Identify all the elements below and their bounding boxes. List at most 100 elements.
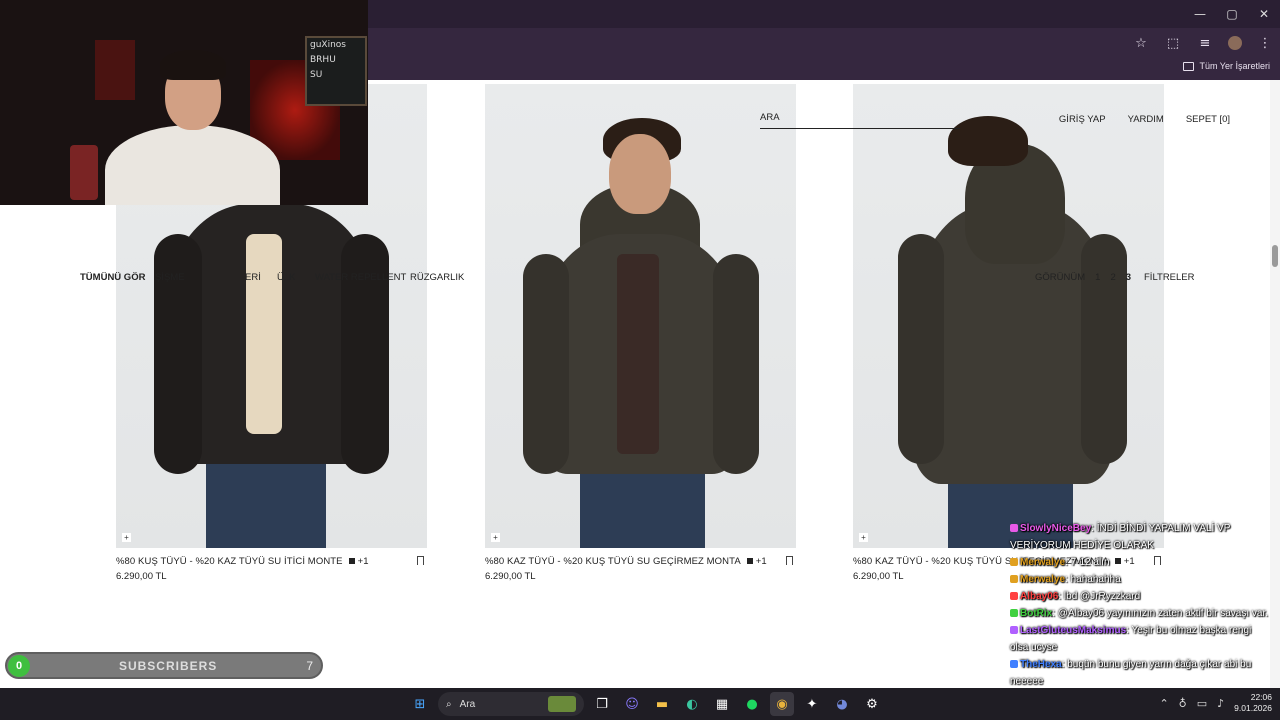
product-name[interactable]: %80 KUŞ TÜYÜ - %20 KAZ TÜYÜ SU İTİCİ MON… — [116, 556, 343, 567]
chat-message: TheHexa: buqün bunu giyen yarın dağa çık… — [1010, 656, 1270, 690]
chat-text: : 7-12 alın — [1065, 557, 1110, 568]
chat-text: : lbd @JrRyzzkard — [1058, 591, 1141, 602]
color-swatch[interactable] — [348, 558, 355, 565]
profile-avatar[interactable] — [1228, 36, 1242, 50]
chat-username: Merwalye — [1020, 574, 1066, 585]
category-all[interactable]: TÜMÜNÜ GÖR — [80, 272, 145, 283]
task-view-icon[interactable]: ❐ — [590, 692, 614, 716]
chat-badge-icon — [1010, 592, 1018, 601]
chat-text: : @Albay06 yayınınızın zaten aktif bir s… — [1052, 608, 1269, 619]
settings-icon[interactable]: ⚙ — [860, 692, 884, 716]
extensions-icon[interactable]: ⬚ — [1164, 36, 1182, 51]
chat-overlay: SlowlyNiceBey: İNDİ BİNDİ YAPALIM VALİ V… — [1010, 520, 1270, 707]
folder-icon — [1183, 61, 1195, 71]
chat-badge-icon — [1010, 660, 1018, 669]
clock-time: 22:06 — [1250, 692, 1272, 702]
product-image[interactable]: + — [853, 84, 1164, 548]
store-header: ARA GİRİŞ YAP YARDIM SEPET [0] — [760, 112, 1230, 132]
chat-badge-icon — [1010, 558, 1018, 567]
chat-username: LastGluteusMaksimus — [1020, 625, 1127, 636]
add-to-cart-icon[interactable]: + — [859, 533, 868, 542]
category-inflatable[interactable]: ŞİŞME — [155, 272, 185, 283]
edge-icon[interactable]: ◐ — [680, 692, 704, 716]
product-image[interactable]: + — [485, 84, 796, 548]
product-card-3[interactable]: + %80 KAZ TÜYÜ - %20 KUŞ TÜYÜ SU GEÇİRME… — [853, 84, 1164, 582]
bookmark-icon[interactable] — [417, 556, 424, 565]
chat-username: Albay06 — [1020, 591, 1059, 602]
menu-icon[interactable]: ⋮ — [1256, 36, 1274, 51]
view-option-2[interactable]: 2 — [1110, 272, 1115, 283]
spotify-icon[interactable]: ● — [740, 692, 764, 716]
minimize-button[interactable]: — — [1184, 0, 1216, 28]
view-option-1[interactable]: 1 — [1095, 272, 1100, 283]
chat-text: : hahahahha — [1065, 574, 1121, 585]
file-explorer-icon[interactable]: ▬ — [650, 692, 674, 716]
subscriber-count: 0 — [8, 654, 30, 677]
taskbar: ⊞ ⌕ Ara ❐ ☺ ▬ ◐ ▦ ● ◉ ✦ ◕ ⚙ ⌃ ♁ ▭ ♪ 22:0… — [0, 688, 1280, 720]
product-price: 6.290,00 TL — [116, 571, 167, 582]
taskbar-clock[interactable]: 22:06 9.01.2026 — [1234, 692, 1272, 714]
chat-message: LastGluteusMaksimus: Yeşir bu olmaz başk… — [1010, 622, 1270, 656]
chat-message: SlowlyNiceBey: İNDİ BİNDİ YAPALIM VALİ V… — [1010, 520, 1270, 554]
media-icon[interactable]: ≡ — [1196, 36, 1214, 51]
star-icon[interactable]: ☆ — [1132, 36, 1150, 51]
store-icon[interactable]: ▦ — [710, 692, 734, 716]
search-highlight-image — [548, 696, 576, 712]
clock-date: 9.01.2026 — [1234, 703, 1272, 713]
teams-icon[interactable]: ☺ — [620, 692, 644, 716]
maximize-button[interactable]: ▢ — [1216, 0, 1248, 28]
bookmark-icon[interactable] — [786, 556, 793, 565]
category-windbreaker[interactable]: RÜZGARLIK — [410, 272, 464, 283]
category-water-repellent[interactable]: WATER REPELLENT — [315, 272, 406, 283]
close-button[interactable]: ✕ — [1248, 0, 1280, 28]
chat-badge-icon — [1010, 524, 1018, 533]
view-option-3[interactable]: 3 — [1126, 272, 1131, 283]
login-link[interactable]: GİRİŞ YAP — [1059, 114, 1106, 125]
chat-message: Albay06: lbd @JrRyzzkard — [1010, 588, 1270, 605]
search-icon: ⌕ — [446, 698, 452, 710]
subscribers-label: SUBSCRIBERS — [118, 658, 218, 673]
more-colors: +1 — [357, 556, 369, 567]
search-input[interactable]: ARA — [760, 112, 780, 123]
cart-link[interactable]: SEPET [0] — [1186, 114, 1230, 125]
windows-start-icon[interactable]: ⊞ — [408, 692, 432, 716]
subscribers-goal: 7 — [306, 658, 313, 673]
category-4[interactable]: Ü..K — [277, 272, 295, 283]
webcam-overlay: guXinos BRHU SU — [0, 0, 368, 205]
subscribers-widget: 0 SUBSCRIBERS 7 — [5, 652, 323, 679]
volume-icon[interactable]: ♪ — [1217, 697, 1224, 710]
tray-chevron-icon[interactable]: ⌃ — [1159, 697, 1168, 710]
board-text-3: SU — [310, 70, 323, 80]
add-to-cart-icon[interactable]: + — [491, 533, 500, 542]
scroll-thumb[interactable] — [1272, 245, 1278, 267]
chat-username: Merwalye — [1020, 557, 1066, 568]
view-selector: GÖRÜNÜM 1 2 3 — [1035, 272, 1131, 283]
chat-username: TheHexa — [1020, 659, 1062, 670]
product-card-2[interactable]: + %80 KAZ TÜYÜ - %20 KUŞ TÜYÜ SU GEÇİRME… — [485, 84, 796, 582]
bookmarks-folder-label: Tüm Yer İşaretleri — [1199, 61, 1270, 71]
chat-username: BotRix — [1020, 608, 1053, 619]
filters-button[interactable]: FİLTRELER — [1144, 272, 1195, 283]
taskbar-search[interactable]: ⌕ Ara — [438, 692, 584, 716]
chrome-icon[interactable]: ◉ — [770, 692, 794, 716]
product-name[interactable]: %80 KAZ TÜYÜ - %20 KUŞ TÜYÜ SU GEÇİRMEZ … — [485, 556, 741, 567]
chat-badge-icon — [1010, 609, 1018, 618]
microphone-icon[interactable]: ♁ — [1179, 697, 1187, 710]
help-link[interactable]: YARDIM — [1128, 114, 1164, 125]
wall-board: guXinos BRHU SU — [305, 36, 367, 106]
page-scrollbar[interactable] — [1270, 80, 1280, 688]
add-to-cart-icon[interactable]: + — [122, 533, 131, 542]
discord-icon[interactable]: ◕ — [830, 692, 854, 716]
view-label: GÖRÜNÜM — [1035, 272, 1086, 283]
product-price: 6.290,00 TL — [485, 571, 536, 582]
board-text-2: BRHU — [310, 55, 336, 65]
chat-badge-icon — [1010, 575, 1018, 584]
color-swatch[interactable] — [746, 558, 753, 565]
category-3[interactable]: ERİ — [245, 272, 261, 283]
chat-message: Merwalye: hahahahha — [1010, 571, 1270, 588]
chat-username: SlowlyNiceBey — [1020, 523, 1092, 534]
app-icon[interactable]: ✦ — [800, 692, 824, 716]
network-icon[interactable]: ▭ — [1197, 697, 1207, 710]
taskbar-search-text: Ara — [459, 698, 476, 710]
bookmarks-folder[interactable]: Tüm Yer İşaretleri — [1183, 61, 1270, 71]
